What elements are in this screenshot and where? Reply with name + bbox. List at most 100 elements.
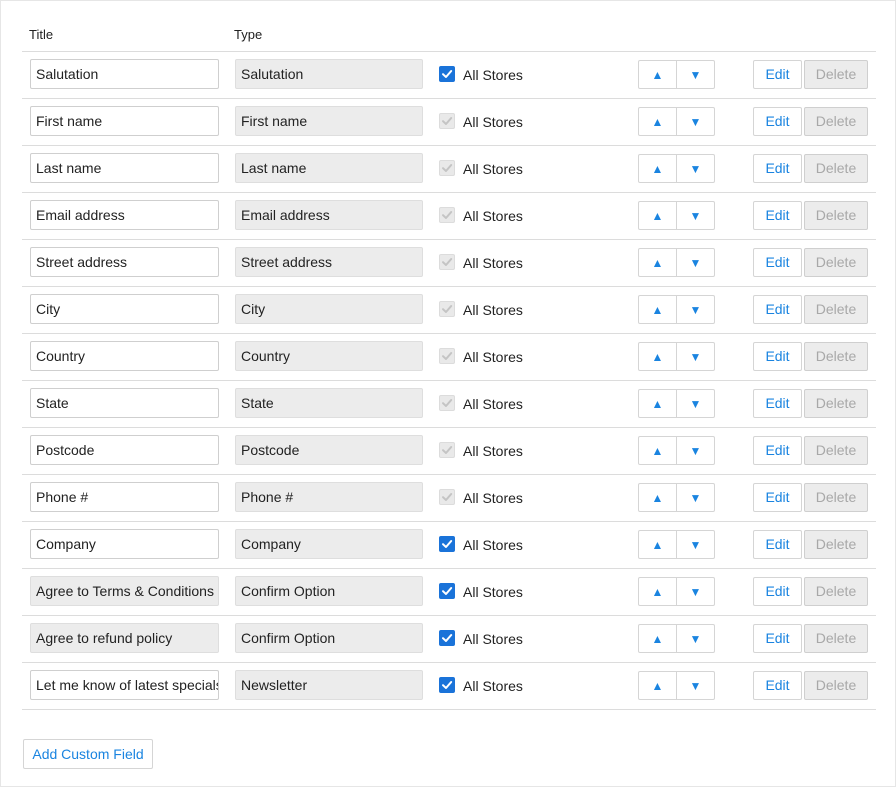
- reorder-group: ▲ ▼: [638, 342, 715, 371]
- move-up-icon[interactable]: ▲: [639, 437, 677, 464]
- move-up-icon[interactable]: ▲: [639, 108, 677, 135]
- move-up-icon[interactable]: ▲: [639, 531, 677, 558]
- title-input[interactable]: Postcode: [30, 435, 219, 465]
- move-up-icon[interactable]: ▲: [639, 296, 677, 323]
- move-down-icon[interactable]: ▼: [677, 249, 714, 276]
- edit-button[interactable]: Edit: [753, 577, 802, 606]
- checkmark-icon: [442, 681, 453, 689]
- all-stores-checkbox: [439, 254, 455, 270]
- delete-button: Delete: [804, 624, 868, 653]
- title-input[interactable]: Last name: [30, 153, 219, 183]
- delete-button: Delete: [804, 389, 868, 418]
- table-row: Let me know of latest specials Newslette…: [22, 663, 876, 710]
- move-down-icon[interactable]: ▼: [677, 531, 714, 558]
- title-input[interactable]: Country: [30, 341, 219, 371]
- move-up-icon[interactable]: ▲: [639, 202, 677, 229]
- add-custom-field-button[interactable]: Add Custom Field: [23, 739, 153, 769]
- reorder-group: ▲ ▼: [638, 60, 715, 89]
- type-field: Phone #: [235, 482, 423, 512]
- checkmark-icon: [442, 446, 453, 454]
- all-stores-checkbox[interactable]: [439, 536, 455, 552]
- reorder-group: ▲ ▼: [638, 577, 715, 606]
- move-down-icon[interactable]: ▼: [677, 578, 714, 605]
- title-input[interactable]: First name: [30, 106, 219, 136]
- move-down-icon[interactable]: ▼: [677, 672, 714, 699]
- edit-button[interactable]: Edit: [753, 201, 802, 230]
- all-stores-label: All Stores: [463, 678, 523, 694]
- delete-button: Delete: [804, 483, 868, 512]
- move-down-icon[interactable]: ▼: [677, 625, 714, 652]
- checkmark-icon: [442, 493, 453, 501]
- edit-button[interactable]: Edit: [753, 389, 802, 418]
- table-row: Postcode Postcode All Stores ▲ ▼ Edit De…: [22, 428, 876, 475]
- edit-button[interactable]: Edit: [753, 60, 802, 89]
- all-stores-label: All Stores: [463, 443, 523, 459]
- checkmark-icon: [442, 399, 453, 407]
- edit-button[interactable]: Edit: [753, 530, 802, 559]
- all-stores-label: All Stores: [463, 584, 523, 600]
- type-field: Postcode: [235, 435, 423, 465]
- reorder-group: ▲ ▼: [638, 201, 715, 230]
- move-down-icon[interactable]: ▼: [677, 155, 714, 182]
- move-up-icon[interactable]: ▲: [639, 672, 677, 699]
- edit-button[interactable]: Edit: [753, 248, 802, 277]
- title-input[interactable]: Email address: [30, 200, 219, 230]
- move-down-icon[interactable]: ▼: [677, 61, 714, 88]
- title-input[interactable]: State: [30, 388, 219, 418]
- all-stores-checkbox: [439, 395, 455, 411]
- move-up-icon[interactable]: ▲: [639, 61, 677, 88]
- checkmark-icon: [442, 587, 453, 595]
- move-up-icon[interactable]: ▲: [639, 390, 677, 417]
- all-stores-checkbox: [439, 348, 455, 364]
- move-down-icon[interactable]: ▼: [677, 437, 714, 464]
- all-stores-checkbox[interactable]: [439, 583, 455, 599]
- all-stores-checkbox: [439, 442, 455, 458]
- title-input[interactable]: Street address: [30, 247, 219, 277]
- title-input[interactable]: Phone #: [30, 482, 219, 512]
- edit-button[interactable]: Edit: [753, 483, 802, 512]
- move-down-icon[interactable]: ▼: [677, 484, 714, 511]
- move-up-icon[interactable]: ▲: [639, 484, 677, 511]
- title-input[interactable]: Salutation: [30, 59, 219, 89]
- table-row: Company Company All Stores ▲ ▼ Edit Dele…: [22, 522, 876, 569]
- move-down-icon[interactable]: ▼: [677, 202, 714, 229]
- edit-button[interactable]: Edit: [753, 624, 802, 653]
- title-input[interactable]: Let me know of latest specials: [30, 670, 219, 700]
- table-row: Street address Street address All Stores…: [22, 240, 876, 287]
- title-input[interactable]: Company: [30, 529, 219, 559]
- all-stores-checkbox[interactable]: [439, 630, 455, 646]
- move-down-icon[interactable]: ▼: [677, 343, 714, 370]
- all-stores-checkbox: [439, 160, 455, 176]
- move-down-icon[interactable]: ▼: [677, 108, 714, 135]
- all-stores-label: All Stores: [463, 114, 523, 130]
- table-row: City City All Stores ▲ ▼ Edit Delete: [22, 287, 876, 334]
- table-row: Agree to refund policy Confirm Option Al…: [22, 616, 876, 663]
- all-stores-label: All Stores: [463, 349, 523, 365]
- edit-button[interactable]: Edit: [753, 107, 802, 136]
- move-up-icon[interactable]: ▲: [639, 578, 677, 605]
- all-stores-checkbox[interactable]: [439, 677, 455, 693]
- move-down-icon[interactable]: ▼: [677, 296, 714, 323]
- edit-button[interactable]: Edit: [753, 671, 802, 700]
- delete-button: Delete: [804, 295, 868, 324]
- move-up-icon[interactable]: ▲: [639, 155, 677, 182]
- edit-button[interactable]: Edit: [753, 154, 802, 183]
- all-stores-label: All Stores: [463, 396, 523, 412]
- move-down-icon[interactable]: ▼: [677, 390, 714, 417]
- all-stores-label: All Stores: [463, 255, 523, 271]
- reorder-group: ▲ ▼: [638, 530, 715, 559]
- title-input[interactable]: City: [30, 294, 219, 324]
- move-up-icon[interactable]: ▲: [639, 343, 677, 370]
- all-stores-checkbox[interactable]: [439, 66, 455, 82]
- move-up-icon[interactable]: ▲: [639, 249, 677, 276]
- custom-fields-panel: Title Type Salutation Salutation All Sto…: [0, 0, 896, 787]
- delete-button: Delete: [804, 201, 868, 230]
- reorder-group: ▲ ▼: [638, 483, 715, 512]
- all-stores-label: All Stores: [463, 490, 523, 506]
- edit-button[interactable]: Edit: [753, 436, 802, 465]
- title-input[interactable]: Agree to Terms & Conditions: [30, 576, 219, 606]
- edit-button[interactable]: Edit: [753, 295, 802, 324]
- move-up-icon[interactable]: ▲: [639, 625, 677, 652]
- edit-button[interactable]: Edit: [753, 342, 802, 371]
- title-input[interactable]: Agree to refund policy: [30, 623, 219, 653]
